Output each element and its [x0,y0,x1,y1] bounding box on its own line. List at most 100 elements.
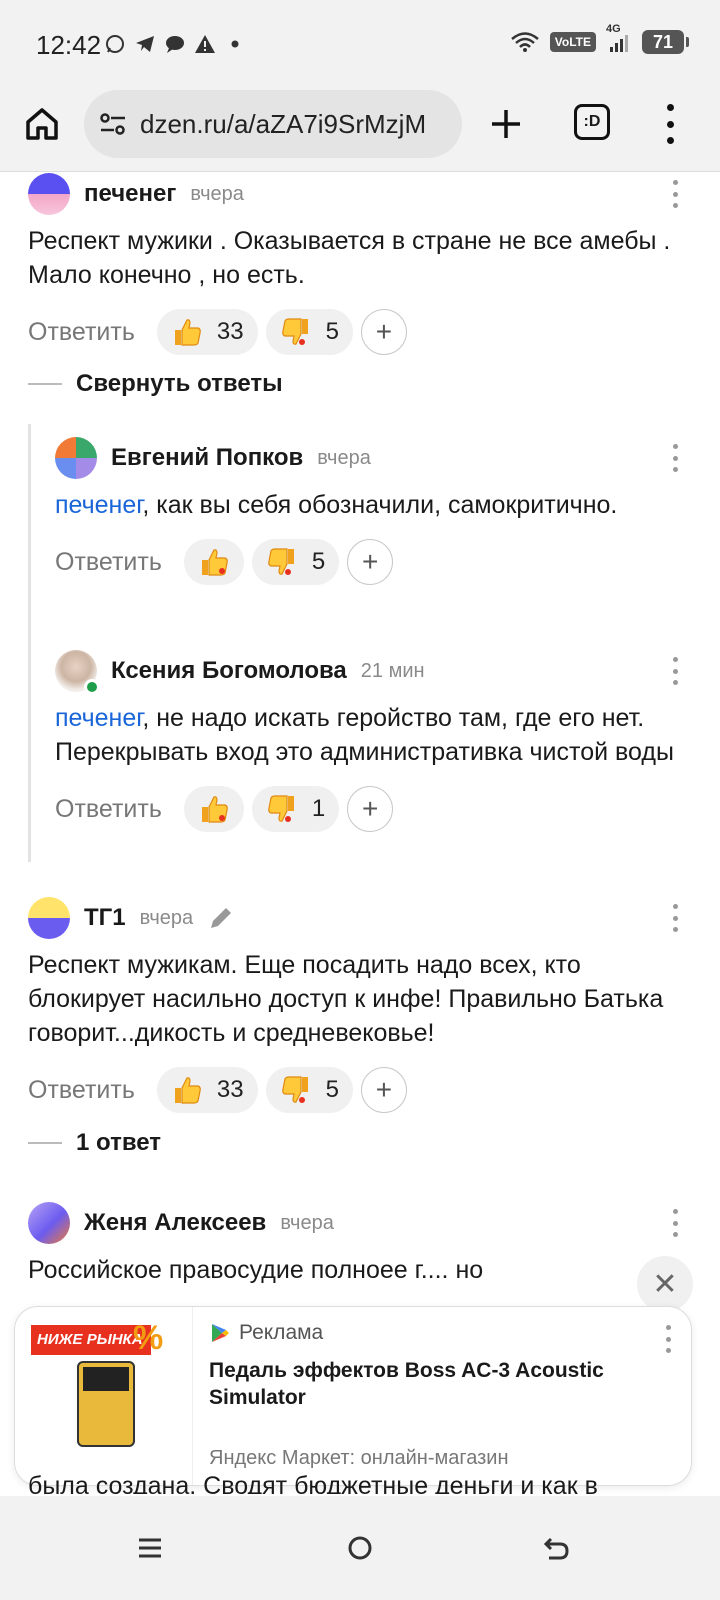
show-replies-toggle[interactable]: 1 ответ [28,1129,161,1157]
network-type: 4G [606,23,621,35]
dislike-count: 5 [325,1076,339,1103]
pencil-icon [211,908,232,928]
add-reaction-icon: + [375,1074,393,1105]
comment-author[interactable]: печенег [84,180,176,208]
reply-button[interactable]: Ответить [28,1076,135,1105]
comment: Женя Алексеев вчера Российское правосуди… [28,1201,680,1287]
home-icon [26,108,58,140]
comment-author[interactable]: ТГ1 [84,904,126,932]
reply-thread-line [28,424,31,862]
ad-title[interactable]: Педаль эффектов Boss AC-3 Acoustic Simul… [209,1357,639,1411]
thumbs-down-icon [268,795,294,822]
add-reaction-button[interactable]: + [360,1067,407,1113]
comment-text: Респект мужики . Оказывается в стране не… [28,227,671,289]
status-time: 12:42 [36,30,102,60]
back-icon [543,1537,569,1560]
dislike-count: 5 [325,318,339,345]
comment-text: Респект мужикам. Еще посадить надо всех,… [28,951,664,1047]
browser-menu-button[interactable] [664,104,676,144]
ad-menu-button[interactable] [663,1325,673,1353]
add-reaction-icon: + [375,316,393,347]
tab-switcher-button[interactable]: :D [574,104,610,140]
thumbs-up-icon [201,549,228,576]
comment-text: печенег, как вы себя обозначили, самокри… [55,488,680,522]
address-bar[interactable]: dzen.ru/a/aZA7i9SrMzjM [84,90,462,158]
google-play-icon [212,1324,229,1342]
battery-indicator: 71 [642,30,689,54]
signal-icon: 4G [606,23,632,53]
reply-button[interactable]: Ответить [55,548,162,577]
circle-home-icon [348,1536,372,1560]
menu-icon [139,1538,161,1558]
comment-author[interactable]: Ксения Богомолова [111,657,347,685]
system-nav-bar [0,1496,720,1600]
add-reaction-button[interactable]: + [347,786,394,832]
notification-icons [104,33,246,55]
comment-body: , как вы себя обозначили, самокритично. [142,491,618,519]
ad-label: Реклама [239,1321,324,1344]
ad-product-image[interactable]: НИЖЕ РЫНКА % [15,1307,193,1485]
ad-percent-sign: % [133,1319,164,1357]
plus-icon [492,110,520,138]
close-ad-button[interactable]: ✕ [637,1256,693,1312]
comment-time: вчера [280,1211,334,1234]
add-reaction-icon: + [362,793,379,824]
back-button[interactable] [532,1524,580,1572]
comment-menu-button[interactable] [670,904,680,932]
comment-author[interactable]: Женя Алексеев [84,1209,266,1237]
add-reaction-button[interactable]: + [347,539,394,585]
home-button[interactable] [22,104,62,144]
comment-text: Российское правосудие полноее г.... но [28,1256,484,1284]
dislike-button[interactable]: 5 [251,539,340,585]
comment-time: вчера [139,906,194,929]
avatar[interactable] [28,1202,70,1244]
comment-text: печенег, не надо искать геройство там, г… [55,701,680,769]
dislike-button[interactable]: 5 [265,309,353,355]
warning-icon [194,33,216,55]
comment-menu-button[interactable] [670,444,680,472]
reply-button[interactable]: Ответить [55,795,162,824]
mention-link[interactable]: печенег [55,704,142,732]
ad-source: Реклама [209,1321,323,1345]
comment-menu-button[interactable] [670,1209,680,1237]
home-nav-button[interactable] [336,1524,384,1572]
dislike-button[interactable]: 1 [251,786,340,832]
avatar[interactable] [55,650,100,695]
volte-badge: VoLTE [549,32,596,52]
comment-time: 21 мин [360,659,425,682]
like-button[interactable] [183,786,244,832]
new-tab-button[interactable] [484,102,528,146]
avatar[interactable] [55,437,97,479]
show-replies-label[interactable]: 1 ответ [76,1129,161,1157]
collapse-replies-label[interactable]: Свернуть ответы [76,370,283,398]
hidden-comment-text: была создана. Сводят бюджетные деньги и … [28,1472,598,1494]
reply-button[interactable]: Ответить [28,318,135,347]
avatar[interactable] [28,173,70,215]
recent-apps-button[interactable] [126,1524,174,1572]
url-text[interactable]: dzen.ru/a/aZA7i9SrMzjM [140,109,426,140]
like-button[interactable] [183,539,244,585]
add-reaction-button[interactable]: + [360,309,407,355]
like-count: 33 [216,1076,244,1103]
comment: ТГ1 вчера Респект мужикам. Еще посадить … [28,896,680,1114]
comment-menu-button[interactable] [670,180,680,208]
avatar[interactable] [28,897,70,939]
like-count: 33 [216,318,244,345]
whatsapp-icon [104,33,126,55]
site-settings-icon[interactable] [98,109,128,139]
comment-author[interactable]: Евгений Попков [111,444,303,472]
mention-link[interactable]: печенег [55,491,142,519]
like-button[interactable]: 33 [156,1067,258,1113]
telegram-icon [134,33,156,55]
comment-reply: Ксения Богомолова 21 мин печенег, не над… [55,649,680,833]
like-button[interactable]: 33 [156,309,258,355]
dislike-button[interactable]: 5 [265,1067,353,1113]
comment-menu-button[interactable] [670,657,680,685]
comment-body: , не надо искать геройство там, где его … [55,704,674,766]
thumbs-down-icon [268,548,294,575]
collapse-replies-toggle[interactable]: Свернуть ответы [28,370,283,398]
ad-banner[interactable]: НИЖЕ РЫНКА % Реклама Педаль эффектов Bos… [14,1306,692,1486]
status-bar: 12:42 VoLTE 4G 71 [0,0,720,90]
comment-time: вчера [190,182,244,205]
ad-shop[interactable]: Яндекс Маркет: онлайн-магазин [209,1447,509,1470]
